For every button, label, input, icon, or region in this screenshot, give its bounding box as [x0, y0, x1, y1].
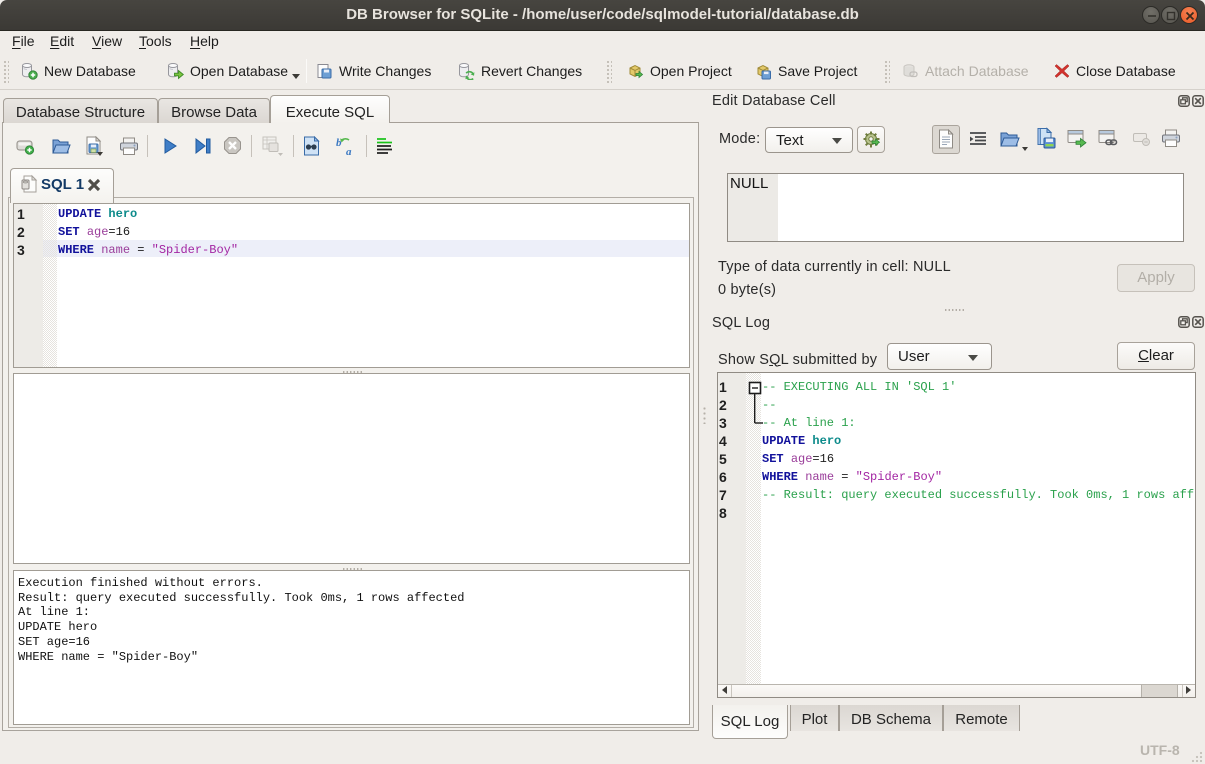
- svg-text:a: a: [346, 146, 352, 157]
